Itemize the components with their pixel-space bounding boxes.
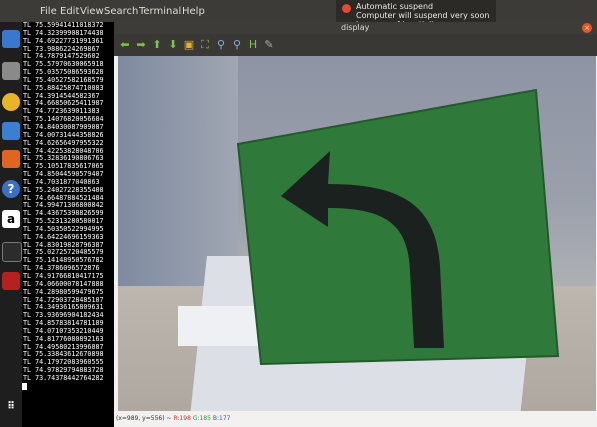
sign-svg: [236, 88, 560, 366]
unknown-app-icon[interactable]: [2, 272, 20, 290]
display-title: display: [341, 23, 370, 32]
zoom-out-icon[interactable]: ⚲: [230, 37, 244, 53]
display-toolbar: ⬅ ➡ ⬆ ⬇ ▣ ⛶ ⚲ ⚲ H ✎: [114, 34, 597, 56]
properties-icon[interactable]: ✎: [262, 37, 276, 53]
cursor-coords: (x=989, y=556) ~: [116, 415, 172, 422]
terminal-lines: TL 75.59941411018372 TL 74.32399908174438…: [22, 22, 114, 383]
menu-view[interactable]: View: [80, 6, 104, 17]
pixel-b-value: B:177: [212, 415, 231, 422]
close-icon[interactable]: ×: [582, 23, 592, 33]
apps-grid-icon[interactable]: ⠿: [2, 398, 20, 416]
writer-icon[interactable]: [2, 122, 20, 140]
top-menu-bar: File Edit View Search Terminal Help Auto…: [0, 0, 597, 29]
rhythmbox-icon[interactable]: [2, 93, 20, 111]
menu-edit[interactable]: Edit: [60, 6, 79, 17]
display-window: display × ⬅ ➡ ⬆ ⬇ ▣ ⛶ ⚲ ⚲ H ✎ (x=989, y=…: [114, 22, 597, 427]
pan-up-icon[interactable]: ⬆: [150, 37, 164, 53]
warning-icon: [342, 4, 351, 13]
pan-down-icon[interactable]: ⬇: [166, 37, 180, 53]
chromium-icon[interactable]: [2, 30, 20, 48]
pan-left-icon[interactable]: ⬅: [118, 37, 132, 53]
notification-title: Automatic suspend: [356, 2, 434, 11]
zoom-in-icon[interactable]: ⚲: [214, 37, 228, 53]
terminal-line: TL 73.74378442764282: [23, 373, 104, 382]
zoom-original-icon[interactable]: ▣: [182, 37, 196, 53]
files-icon[interactable]: [2, 62, 20, 80]
display-statusbar: (x=989, y=556) ~ R:198 G:185 B:177: [114, 411, 597, 427]
menu-terminal[interactable]: Terminal: [139, 6, 181, 17]
menu-file[interactable]: File: [40, 6, 57, 17]
amazon-icon[interactable]: a: [2, 210, 20, 228]
software-center-icon[interactable]: [2, 150, 20, 168]
pixel-g-value: G:185: [192, 415, 211, 422]
pan-right-icon[interactable]: ➡: [134, 37, 148, 53]
menu-help[interactable]: Help: [182, 6, 205, 17]
camera-image[interactable]: [118, 56, 596, 419]
pixel-r-value: R:198: [173, 415, 191, 422]
menu-search[interactable]: Search: [104, 6, 138, 17]
zoom-fit-icon[interactable]: ⛶: [198, 37, 212, 53]
launcher: ? a ⠿: [0, 0, 22, 427]
terminal-icon[interactable]: [2, 242, 22, 262]
save-icon[interactable]: H: [246, 37, 260, 53]
help-icon[interactable]: ?: [2, 180, 20, 198]
terminal-cursor: [22, 382, 27, 390]
display-titlebar[interactable]: display ×: [114, 22, 597, 34]
suspend-notification: Automatic suspend Computer will suspend …: [336, 0, 496, 29]
terminal-output[interactable]: TL 75.59941411018372 TL 74.32399908174438…: [22, 22, 114, 427]
